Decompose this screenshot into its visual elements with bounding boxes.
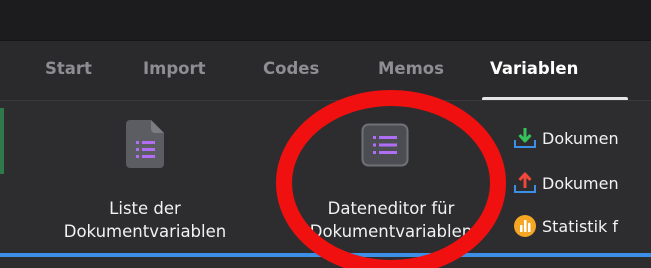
tab-codes[interactable]: Codes bbox=[263, 59, 319, 78]
tab-variablen[interactable]: Variablen bbox=[490, 59, 578, 78]
statistics-icon bbox=[514, 215, 536, 237]
export-document-variables-button[interactable]: Dokumen bbox=[513, 170, 651, 196]
statistics-button-label: Statistik f bbox=[542, 216, 618, 236]
tab-memos[interactable]: Memos bbox=[378, 59, 444, 78]
import-document-variables-button[interactable]: Dokumen bbox=[513, 125, 651, 151]
list-document-variables-button[interactable]: Liste der Dokumentvariablen bbox=[34, 118, 256, 248]
left-edge-accent bbox=[0, 108, 4, 174]
document-list-icon bbox=[126, 120, 164, 168]
app-window: Start Import Codes Memos Variablen Liste… bbox=[0, 0, 651, 268]
data-editor-button[interactable]: Dateneditor für Dokumentvariablen bbox=[276, 118, 506, 248]
editor-button-label-line2: Dokumentvariablen bbox=[309, 222, 473, 241]
ribbon-tab-bar: Start Import Codes Memos Variablen bbox=[0, 40, 651, 101]
content-top-border bbox=[0, 253, 651, 257]
table-editor-icon bbox=[361, 123, 409, 167]
statistics-button[interactable]: Statistik f bbox=[513, 213, 651, 239]
import-arrow-icon bbox=[514, 128, 536, 148]
list-button-label-line1: Liste der bbox=[109, 199, 181, 218]
export-arrow-icon bbox=[514, 172, 536, 193]
tab-import[interactable]: Import bbox=[143, 59, 206, 78]
list-button-label-line2: Dokumentvariablen bbox=[63, 222, 227, 241]
tab-start[interactable]: Start bbox=[45, 59, 92, 78]
title-bar bbox=[0, 0, 651, 40]
import-button-label: Dokumen bbox=[542, 128, 619, 148]
export-button-label: Dokumen bbox=[542, 173, 619, 193]
editor-button-label-line1: Dateneditor für bbox=[327, 199, 455, 218]
